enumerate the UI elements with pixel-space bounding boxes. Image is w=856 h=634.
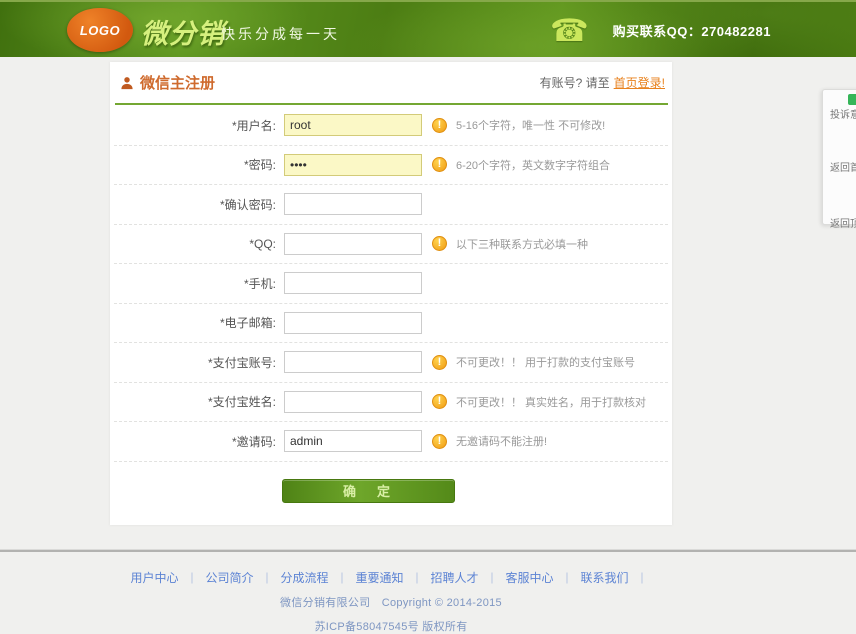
form-row: *手机: !	[114, 264, 668, 304]
field-label: *密码:	[114, 156, 284, 173]
warning-icon: !	[432, 157, 447, 172]
field-hint: 5-16个字符，唯一性 不可修改!	[456, 117, 605, 133]
footer-separator: ｜	[412, 573, 423, 585]
footer-separator: ｜	[336, 573, 347, 585]
home-login-link[interactable]: 首页登录!	[614, 76, 665, 90]
footer-separator: ｜	[186, 573, 197, 585]
login-hint-text: 有账号? 请至	[540, 76, 610, 90]
logo: LOGO	[67, 8, 133, 52]
footer-link[interactable]: 分成流程	[280, 571, 328, 585]
field-hint: 无邀请码不能注册!	[456, 433, 547, 449]
field-hint: 6-20个字符，英文数字字符组合	[456, 157, 610, 173]
field-label: *电子邮箱:	[114, 314, 284, 331]
warning-icon: !	[432, 118, 447, 133]
side-panel-badge[interactable]	[848, 94, 856, 105]
footer-content: 用户中心 ｜ 公司简介 ｜ 分成流程 ｜ 重要通知 ｜ 招聘人才 ｜ 客服中心 ｜ 联系我们 ｜ 微信分销…	[110, 569, 672, 634]
field-input[interactable]	[284, 351, 422, 373]
form-row: *用户名: ! 5-16个字符，唯一性 不可修改!	[114, 106, 668, 146]
field-label: *支付宝账号:	[114, 354, 284, 371]
icp-line: 苏ICP备58047545号 版权所有	[110, 618, 672, 634]
card-header: 微信主注册 有账号? 请至首页登录!	[110, 62, 672, 103]
warning-icon: !	[432, 434, 447, 449]
header-contact: ☎ 购买联系QQ：270482281	[550, 2, 771, 59]
field-input[interactable]	[284, 272, 422, 294]
field-input[interactable]	[284, 114, 422, 136]
form-row: *邀请码: ! 无邀请码不能注册!	[114, 422, 668, 462]
field-hint: 以下三种联系方式必填一种	[456, 236, 588, 252]
submit-area: 确 定	[110, 462, 672, 503]
side-panel-item[interactable]: 返回顶部	[830, 215, 856, 230]
field-label: *用户名:	[114, 117, 284, 134]
footer-separator: ｜	[261, 573, 272, 585]
brand-slogan: 快乐分成每一天	[221, 24, 340, 44]
field-hint: 不可更改！！ 用于打款的支付宝账号	[456, 354, 635, 370]
footer: 用户中心 ｜ 公司简介 ｜ 分成流程 ｜ 重要通知 ｜ 招聘人才 ｜ 客服中心 ｜ 联系我们 ｜ 微信分销…	[0, 549, 856, 634]
footer-link[interactable]: 公司简介	[205, 571, 253, 585]
field-input[interactable]	[284, 312, 422, 334]
form-row: *电子邮箱: !	[114, 304, 668, 344]
footer-divider	[0, 549, 856, 552]
form-row: *QQ: ! 以下三种联系方式必填一种	[114, 225, 668, 265]
field-hint: 不可更改！！ 真实姓名，用于打款核对	[456, 394, 646, 410]
header: LOGO 微分销 快乐分成每一天 ☎ 购买联系QQ：270482281	[0, 0, 856, 57]
brand-title: 微分销	[141, 12, 225, 51]
page-title: 微信主注册	[140, 72, 215, 93]
field-input[interactable]	[284, 233, 422, 255]
user-icon	[120, 76, 134, 90]
copyright-line: 微信分销有限公司 Copyright © 2014-2015	[110, 594, 672, 610]
footer-link[interactable]: 客服中心	[506, 571, 554, 585]
field-label: *邀请码:	[114, 433, 284, 450]
contact-qq-text: 购买联系QQ：270482281	[613, 21, 771, 40]
field-input[interactable]	[284, 391, 422, 413]
footer-links: 用户中心 ｜ 公司简介 ｜ 分成流程 ｜ 重要通知 ｜ 招聘人才 ｜ 客服中心 ｜ 联系我们 ｜	[110, 569, 672, 586]
form-row: *支付宝账号: ! 不可更改！！ 用于打款的支付宝账号	[114, 343, 668, 383]
form-rows: *用户名: ! 5-16个字符，唯一性 不可修改! *密码: ! 6-20个字符…	[110, 105, 672, 462]
side-panel: 投诉意见返回首页返回顶部	[822, 89, 856, 225]
form-row: *密码: ! 6-20个字符，英文数字字符组合	[114, 146, 668, 186]
phone-icon: ☎	[550, 15, 589, 46]
field-input[interactable]	[284, 154, 422, 176]
submit-button[interactable]: 确 定	[282, 479, 455, 503]
footer-separator: ｜	[562, 573, 573, 585]
field-label: *QQ:	[114, 237, 284, 251]
warning-icon: !	[432, 394, 447, 409]
side-panel-item[interactable]: 投诉意见	[830, 106, 856, 121]
logo-text: LOGO	[80, 23, 120, 38]
warning-icon: !	[432, 236, 447, 251]
side-panel-item[interactable]: 返回首页	[830, 159, 856, 174]
field-input[interactable]	[284, 430, 422, 452]
form-row: *确认密码: !	[114, 185, 668, 225]
field-input[interactable]	[284, 193, 422, 215]
footer-link[interactable]: 用户中心	[130, 571, 178, 585]
warning-icon: !	[432, 355, 447, 370]
field-label: *确认密码:	[114, 196, 284, 213]
footer-separator: ｜	[637, 573, 648, 585]
footer-link[interactable]: 招聘人才	[431, 571, 479, 585]
form-row: *支付宝姓名: ! 不可更改！！ 真实姓名，用于打款核对	[114, 383, 668, 423]
footer-link[interactable]: 联系我们	[581, 571, 629, 585]
footer-separator: ｜	[487, 573, 498, 585]
footer-link[interactable]: 重要通知	[355, 571, 403, 585]
register-card: 微信主注册 有账号? 请至首页登录! *用户名: ! 5-16个字符，唯一性 不…	[110, 62, 672, 525]
side-panel-items: 投诉意见返回首页返回顶部	[830, 106, 856, 230]
login-hint: 有账号? 请至首页登录!	[540, 74, 665, 91]
field-label: *支付宝姓名:	[114, 393, 284, 410]
field-label: *手机:	[114, 275, 284, 292]
